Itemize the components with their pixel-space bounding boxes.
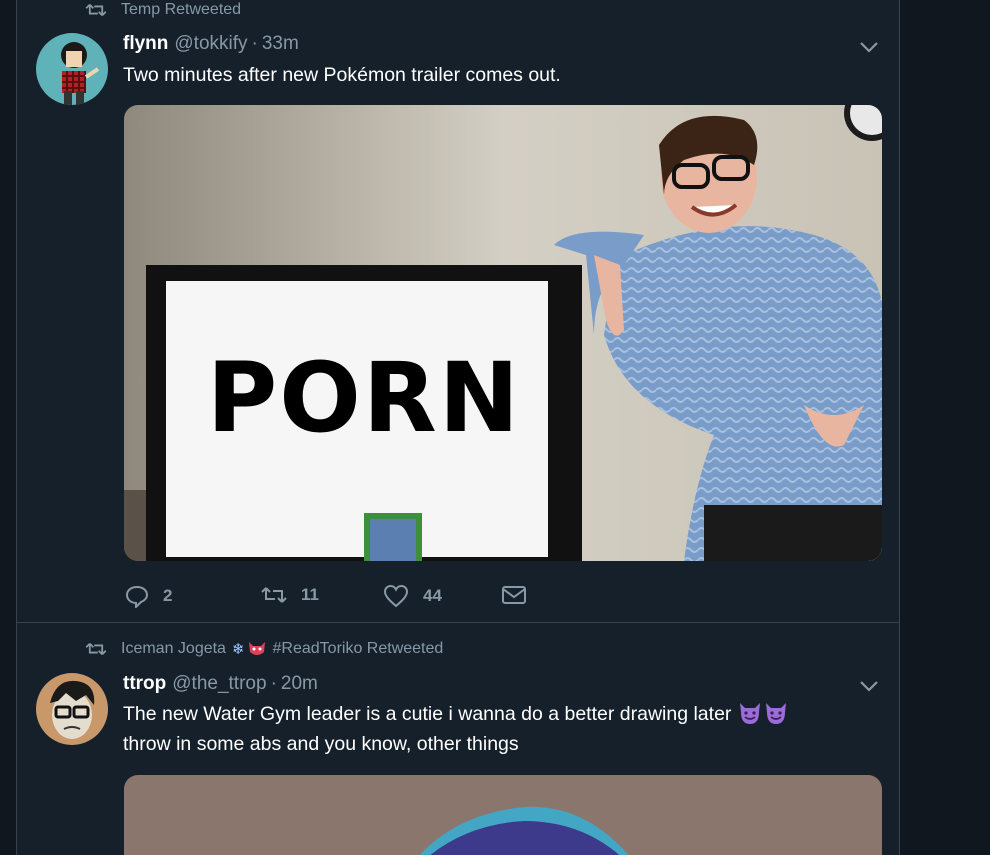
tweet-header: flynn @tokkify · 33m: [123, 33, 299, 57]
reply-icon: [125, 585, 149, 608]
media-photo: [124, 105, 882, 561]
tweet-media-image[interactable]: PORN: [124, 105, 882, 561]
retweet-icon: [85, 643, 107, 655]
retweet-context-suffix: #ReadToriko Retweeted: [272, 640, 444, 657]
tweet[interactable]: Iceman Jogeta ❄ #ReadToriko Retweeted tt…: [17, 623, 899, 855]
avatar[interactable]: [36, 673, 108, 745]
smiling-devil-icon: [739, 703, 760, 724]
retweet-button[interactable]: 11: [261, 584, 319, 606]
retweet-context-name: Iceman Jogeta: [121, 640, 226, 657]
heart-icon: [383, 584, 409, 608]
timeline-column: Temp Retweeted flynn @tokkify · 33m Two …: [16, 0, 900, 855]
retweet-context[interactable]: Temp Retweeted: [85, 0, 241, 20]
snowflake-icon: ❄: [231, 641, 245, 658]
separator-dot: ·: [251, 33, 258, 54]
smiling-devil-icon: [765, 703, 786, 724]
chevron-down-icon[interactable]: [859, 679, 879, 693]
avatar[interactable]: [36, 33, 108, 105]
direct-message-button[interactable]: [501, 584, 541, 606]
reply-button[interactable]: 2: [125, 584, 172, 608]
username[interactable]: @the_ttrop: [172, 673, 266, 695]
avatar-image: [36, 673, 108, 745]
display-name[interactable]: flynn: [123, 33, 168, 55]
like-count: 44: [423, 586, 442, 605]
tweet-text: Two minutes after new Pokémon trailer co…: [123, 64, 561, 86]
username[interactable]: @tokkify: [174, 33, 247, 55]
tweet-actions: 2 11 44: [125, 584, 526, 614]
chevron-down-icon[interactable]: [859, 40, 879, 54]
tweet-text-line: The new Water Gym leader is a cutie i wa…: [123, 699, 789, 729]
tweet-media-image[interactable]: [124, 775, 882, 855]
timestamp[interactable]: 33m: [262, 33, 299, 55]
separator-dot: ·: [270, 673, 277, 694]
timestamp[interactable]: 20m: [281, 673, 318, 695]
ogre-icon: [248, 642, 265, 655]
tv-screen-text: PORN: [206, 342, 522, 454]
like-button[interactable]: 44: [383, 584, 442, 608]
retweet-icon: [261, 587, 287, 603]
display-name[interactable]: ttrop: [123, 673, 166, 695]
retweet-icon: [85, 4, 107, 16]
retweet-count: 11: [301, 585, 319, 604]
retweet-context-label: Temp Retweeted: [121, 1, 242, 18]
avatar-image: [36, 33, 108, 105]
tweet-text-line2: throw in some abs and you know, other th…: [123, 733, 519, 755]
envelope-icon: [502, 586, 526, 604]
tweet[interactable]: Temp Retweeted flynn @tokkify · 33m Two …: [17, 0, 899, 623]
retweet-context[interactable]: Iceman Jogeta ❄ #ReadToriko Retweeted: [85, 639, 443, 659]
media-drawing: [124, 775, 882, 855]
tweet-text: The new Water Gym leader is a cutie i wa…: [123, 699, 789, 759]
tweet-text-line1: The new Water Gym leader is a cutie i wa…: [123, 703, 732, 725]
reply-count: 2: [163, 586, 173, 605]
tweet-header: ttrop @the_ttrop · 20m: [123, 673, 318, 697]
